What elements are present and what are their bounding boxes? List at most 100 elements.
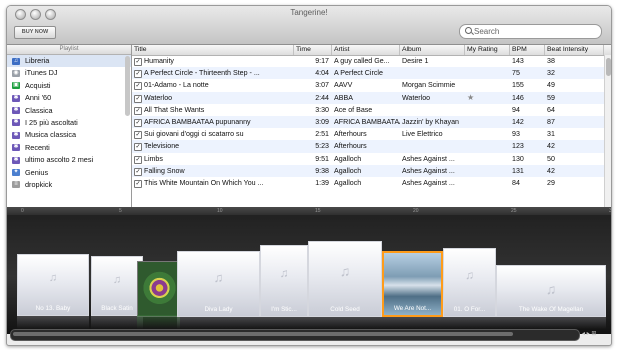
sidebar-item[interactable]: ◉ iTunes DJ: [7, 67, 131, 79]
track-checkbox[interactable]: ✓: [134, 143, 142, 152]
table-row[interactable]: Televisione 5:23 Afterhours 123 42 ✓: [132, 140, 604, 153]
cell-intensity: 42: [547, 142, 555, 151]
cell-album: [400, 140, 465, 152]
cover-flow-ruler: 0 5 10 15 20 25 30: [7, 207, 611, 215]
sidebar: Playlist ♫ Libreria ◉ iTunes DJ ▣ Acquisti ✱ An…: [7, 45, 132, 207]
scroll-thumb[interactable]: [606, 58, 611, 76]
genius-icon: ✦: [12, 169, 20, 177]
sidebar-item[interactable]: ✦ Genius: [7, 167, 131, 179]
album-cover[interactable]: ♫ The Wake Of Magellan: [496, 265, 606, 317]
window-title: Tangerine!: [290, 8, 328, 17]
smart-playlist-icon: ✱: [12, 156, 20, 164]
scroll-arrows[interactable]: ◂ ▸ ⊞: [582, 329, 602, 339]
search-field[interactable]: [459, 24, 602, 39]
album-caption: Black Satin: [101, 305, 133, 312]
track-checkbox[interactable]: ✓: [134, 131, 142, 140]
cell-intensity: 42: [547, 166, 555, 175]
album-cover[interactable]: ♫ No 13. Baby: [17, 254, 89, 316]
table-row[interactable]: Falling Snow 9:38 Agalloch Ashes Against ..…: [132, 164, 604, 177]
scroll-thumb[interactable]: [13, 332, 513, 336]
track-checkbox[interactable]: ✓: [134, 94, 142, 103]
album-cover-selected[interactable]: We Are Not...: [382, 251, 443, 317]
track-checkbox[interactable]: ✓: [134, 155, 142, 164]
album-reflection: [137, 315, 180, 329]
buy-now-button[interactable]: BUY NOW: [14, 26, 56, 39]
sidebar-item-label: Acquisti: [25, 80, 51, 90]
cell-bpm: 143: [512, 57, 524, 65]
album-cover[interactable]: [137, 261, 182, 317]
track-scrollbar[interactable]: [604, 55, 611, 207]
cell-album: Ashes Against ...: [402, 166, 455, 175]
track-checkbox[interactable]: ✓: [134, 167, 142, 176]
sidebar-scrollbar[interactable]: [125, 56, 130, 116]
music-note-icon: ♫: [465, 268, 474, 283]
ruler-tick-label: 5: [119, 208, 122, 214]
album-caption: 01. O For...: [453, 306, 486, 313]
smart-playlist-icon: ✱: [12, 94, 20, 102]
table-row[interactable]: Sui giovani d'oggi ci scatarro su 2:51 Aft…: [132, 128, 604, 140]
column-header[interactable]: Beat Intensity: [545, 45, 604, 55]
table-row[interactable]: 01-Adamo - La notte 3:07 AAVV Morgan Scimmi…: [132, 79, 604, 91]
track-checkbox[interactable]: ✓: [134, 82, 142, 91]
album-cover[interactable]: ♫ Diva Lady: [177, 251, 260, 317]
album-cover[interactable]: ♫ 01. O For...: [443, 248, 496, 317]
track-checkbox[interactable]: ✓: [134, 119, 142, 127]
sidebar-item-label: I 25 più ascoltati: [25, 117, 78, 127]
table-row[interactable]: AFRICA BAMBAATAA pupunanny 3:09 AFRICA BAM…: [132, 116, 604, 129]
ruler-tick-label: 20: [413, 208, 419, 214]
table-row[interactable]: A Perfect Circle - Thirteenth Step - ...…: [132, 67, 604, 80]
cell-album: Jazzin' by Khayan: [402, 118, 459, 126]
sidebar-item[interactable]: ✱ Recenti: [7, 142, 131, 154]
cell-album: [400, 104, 465, 116]
sidebar-item[interactable]: ✱ Musica classica: [7, 129, 131, 141]
table-row[interactable]: All That She Wants 3:30 Ace of Base 94 64 ✓: [132, 104, 604, 116]
sidebar-item[interactable]: ✱ Anni '60: [7, 92, 131, 104]
column-header[interactable]: Time: [294, 45, 332, 55]
cell-rating: [465, 116, 510, 128]
album-caption: Cold Seed: [330, 306, 360, 313]
track-checkbox[interactable]: ✓: [134, 70, 142, 79]
column-header[interactable]: Title: [132, 45, 294, 55]
album-reflection: [17, 316, 89, 329]
album-cover[interactable]: ♫ Black Satin: [91, 256, 143, 316]
cell-time: 4:04: [315, 69, 329, 78]
table-row[interactable]: Humanity 9:17 A guy called Ge... Desire 1 14…: [132, 55, 604, 67]
cell-title: AFRICA BAMBAATAA pupunanny: [144, 118, 251, 126]
column-header[interactable]: BPM: [510, 45, 545, 55]
table-row[interactable]: This White Mountain On Which You ... 1:39…: [132, 177, 604, 189]
cell-rating: [465, 177, 510, 189]
cell-intensity: 29: [547, 179, 555, 187]
album-caption: I'm Stic...: [271, 306, 297, 313]
sidebar-item[interactable]: ≡ dropkick: [7, 179, 131, 191]
album-cover[interactable]: ♫ Cold Seed: [308, 241, 382, 317]
track-checkbox[interactable]: ✓: [134, 58, 142, 66]
cell-title: A Perfect Circle - Thirteenth Step - ...: [144, 69, 260, 78]
album-cover[interactable]: ♫ I'm Stic...: [260, 245, 308, 317]
cell-intensity: 31: [547, 130, 555, 139]
music-note-icon: ♫: [545, 280, 557, 297]
sidebar-item[interactable]: ✱ I 25 più ascoltati: [7, 117, 131, 129]
column-header[interactable]: Album: [400, 45, 465, 55]
album-caption: The Wake Of Magellan: [518, 306, 584, 313]
sidebar-item[interactable]: ♫ Libreria: [7, 55, 131, 68]
column-header[interactable]: My Rating: [465, 45, 510, 55]
ruler-tick-label: 15: [315, 208, 321, 214]
table-row[interactable]: Limbs 9:51 Agalloch Ashes Against ... 130 50 ✓: [132, 153, 604, 165]
table-row[interactable]: Waterloo 2:44 ABBA Waterloo ★ 146 59 ✓: [132, 91, 604, 104]
track-checkbox[interactable]: ✓: [134, 180, 142, 188]
cell-rating: [465, 67, 510, 79]
cover-flow-scrollbar[interactable]: [10, 329, 580, 341]
column-header[interactable]: Artist: [332, 45, 400, 55]
sidebar-item[interactable]: ✱ Classica: [7, 105, 131, 117]
sidebar-item[interactable]: ▣ Acquisti: [7, 80, 131, 92]
cell-rating: [465, 140, 510, 152]
sidebar-item[interactable]: ✱ ultimo ascolto 2 mesi: [7, 154, 131, 166]
search-input[interactable]: [474, 25, 594, 38]
track-list: Title Time Artist Album My Rating BPM Beat Int…: [132, 45, 611, 207]
cell-bpm: 131: [512, 166, 524, 175]
album-caption: We Are Not...: [393, 305, 432, 312]
cell-time: 2:44: [315, 93, 329, 102]
cell-rating: [465, 104, 510, 116]
playlist-icon: ≡: [12, 181, 20, 189]
track-checkbox[interactable]: ✓: [134, 106, 142, 115]
